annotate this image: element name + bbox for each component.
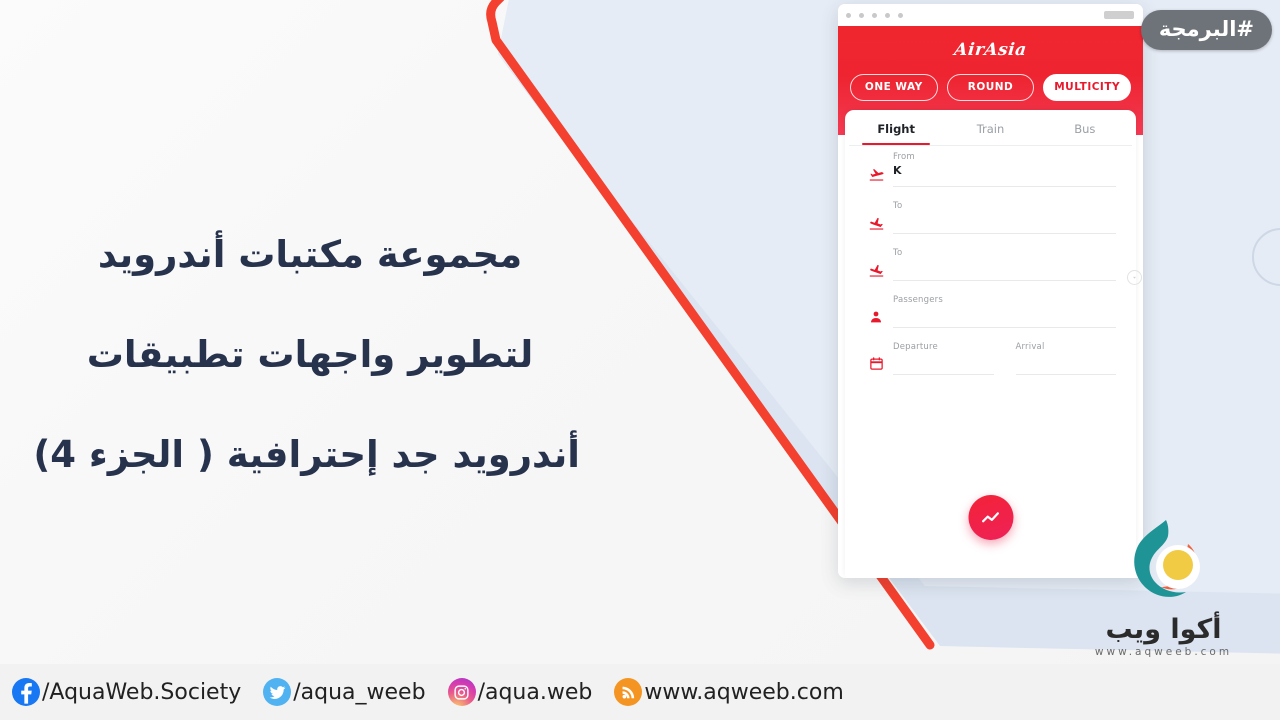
headline-line-2: لتطوير واجهات تطبيقات bbox=[86, 333, 534, 376]
field-underline bbox=[893, 327, 1116, 328]
social-facebook-handle: /AquaWeb.Society bbox=[42, 679, 242, 705]
chrome-dot-icon bbox=[898, 12, 903, 18]
field-label-departure: Departure bbox=[893, 342, 938, 352]
page-title: مجموعة مكتبات أندرويد لتطوير واجهات تطبي… bbox=[33, 205, 580, 505]
calendar-icon bbox=[859, 342, 893, 371]
tab-train[interactable]: Train bbox=[943, 122, 1037, 145]
field-value-to-2 bbox=[893, 258, 1116, 271]
trending-line-icon bbox=[982, 511, 999, 522]
rss-icon bbox=[614, 678, 643, 706]
field-label-to-1: To bbox=[893, 201, 903, 211]
person-icon bbox=[859, 295, 893, 325]
headline-line-1: مجموعة مكتبات أندرويد bbox=[97, 233, 523, 276]
social-facebook[interactable]: /AquaWeb.Society bbox=[12, 678, 241, 706]
field-to-1[interactable]: To bbox=[893, 201, 1122, 234]
field-row-from: From K bbox=[845, 152, 1136, 187]
date-fields: Departure Arrival bbox=[893, 342, 1122, 375]
field-label-passengers: Passengers bbox=[893, 295, 943, 305]
aquaweb-mark-icon bbox=[1133, 520, 1200, 597]
trip-type-one-way[interactable]: ONE WAY bbox=[850, 74, 938, 101]
field-underline bbox=[893, 374, 994, 375]
trip-type-segmented-control: ONE WAY ROUND MULTICITY bbox=[838, 74, 1143, 101]
field-label-to-2: To bbox=[893, 248, 903, 258]
twitter-icon bbox=[263, 678, 292, 706]
search-sheet: Flight Train Bus From K To To Passengers… bbox=[845, 110, 1142, 578]
field-value-passengers bbox=[893, 305, 1116, 318]
field-underline bbox=[893, 186, 1116, 187]
headline-line-3: أندرويد جد إحترافية ( الجزء 4) bbox=[33, 433, 580, 476]
field-underline bbox=[1015, 374, 1116, 375]
aquaweb-logo-name: أكوا ويب bbox=[1105, 614, 1222, 645]
trip-type-round[interactable]: ROUND bbox=[946, 74, 1035, 101]
field-row-dates: Departure Arrival bbox=[845, 342, 1136, 375]
field-row-to-1: To bbox=[845, 201, 1136, 234]
field-value-departure bbox=[893, 352, 994, 365]
field-value-to-1 bbox=[893, 211, 1116, 224]
chrome-dot-icon bbox=[885, 12, 890, 18]
search-fab-button[interactable] bbox=[968, 495, 1013, 540]
chrome-dot-icon bbox=[846, 12, 851, 18]
field-passengers[interactable]: Passengers bbox=[893, 295, 1122, 328]
field-departure[interactable]: Departure bbox=[893, 342, 994, 375]
social-twitter-handle: /aqua_weeb bbox=[293, 679, 426, 705]
field-from[interactable]: From K bbox=[893, 152, 1122, 187]
instagram-icon bbox=[447, 678, 476, 706]
tab-flight[interactable]: Flight bbox=[849, 122, 943, 145]
social-instagram[interactable]: /aqua.web bbox=[447, 678, 593, 706]
field-value-arrival bbox=[1016, 352, 1117, 365]
aquaweb-logo: أكوا ويب www.aqweeb.com bbox=[1071, 516, 1256, 658]
field-label-arrival: Arrival bbox=[1015, 342, 1045, 352]
add-destination-icon[interactable] bbox=[1127, 270, 1142, 285]
tab-bus[interactable]: Bus bbox=[1038, 122, 1132, 145]
chrome-dot-icon bbox=[872, 12, 877, 18]
flight-takeoff-icon bbox=[859, 152, 893, 183]
field-to-2[interactable]: To bbox=[893, 248, 1122, 281]
field-underline bbox=[893, 233, 1116, 234]
facebook-icon bbox=[12, 678, 40, 706]
chrome-dot-icon bbox=[859, 12, 864, 18]
browser-chrome-bar bbox=[838, 4, 1143, 26]
field-underline bbox=[893, 280, 1116, 281]
field-row-to-2: To bbox=[845, 248, 1142, 285]
transport-tabs: Flight Train Bus bbox=[845, 110, 1136, 145]
flight-land-icon bbox=[859, 201, 893, 232]
field-arrival[interactable]: Arrival bbox=[1015, 342, 1117, 375]
browser-address-bar[interactable] bbox=[1104, 11, 1134, 19]
trip-type-multicity[interactable]: MULTICITY bbox=[1043, 74, 1132, 101]
social-twitter[interactable]: /aqua_weeb bbox=[263, 678, 426, 706]
search-form: From K To To Passengers Departure Arriva… bbox=[845, 146, 1142, 375]
social-website-handle: www.aqweeb.com bbox=[644, 679, 844, 705]
flight-land-icon bbox=[859, 248, 893, 279]
airasia-logo: AirAsia bbox=[953, 40, 1028, 60]
social-footer-bar: /AquaWeb.Society /aqua_weeb /aqua.web ww… bbox=[0, 664, 1280, 720]
hashtag-badge: #البرمجة bbox=[1140, 10, 1272, 50]
social-website[interactable]: www.aqweeb.com bbox=[614, 678, 844, 706]
social-instagram-handle: /aqua.web bbox=[477, 679, 593, 705]
field-value-from: K bbox=[893, 164, 902, 177]
app-mockup-window: AirAsia ONE WAY ROUND MULTICITY Flight T… bbox=[838, 4, 1143, 578]
aquaweb-logo-url: www.aqweeb.com bbox=[1094, 646, 1233, 658]
field-label-from: From bbox=[893, 152, 915, 162]
field-row-passengers: Passengers bbox=[845, 295, 1136, 328]
